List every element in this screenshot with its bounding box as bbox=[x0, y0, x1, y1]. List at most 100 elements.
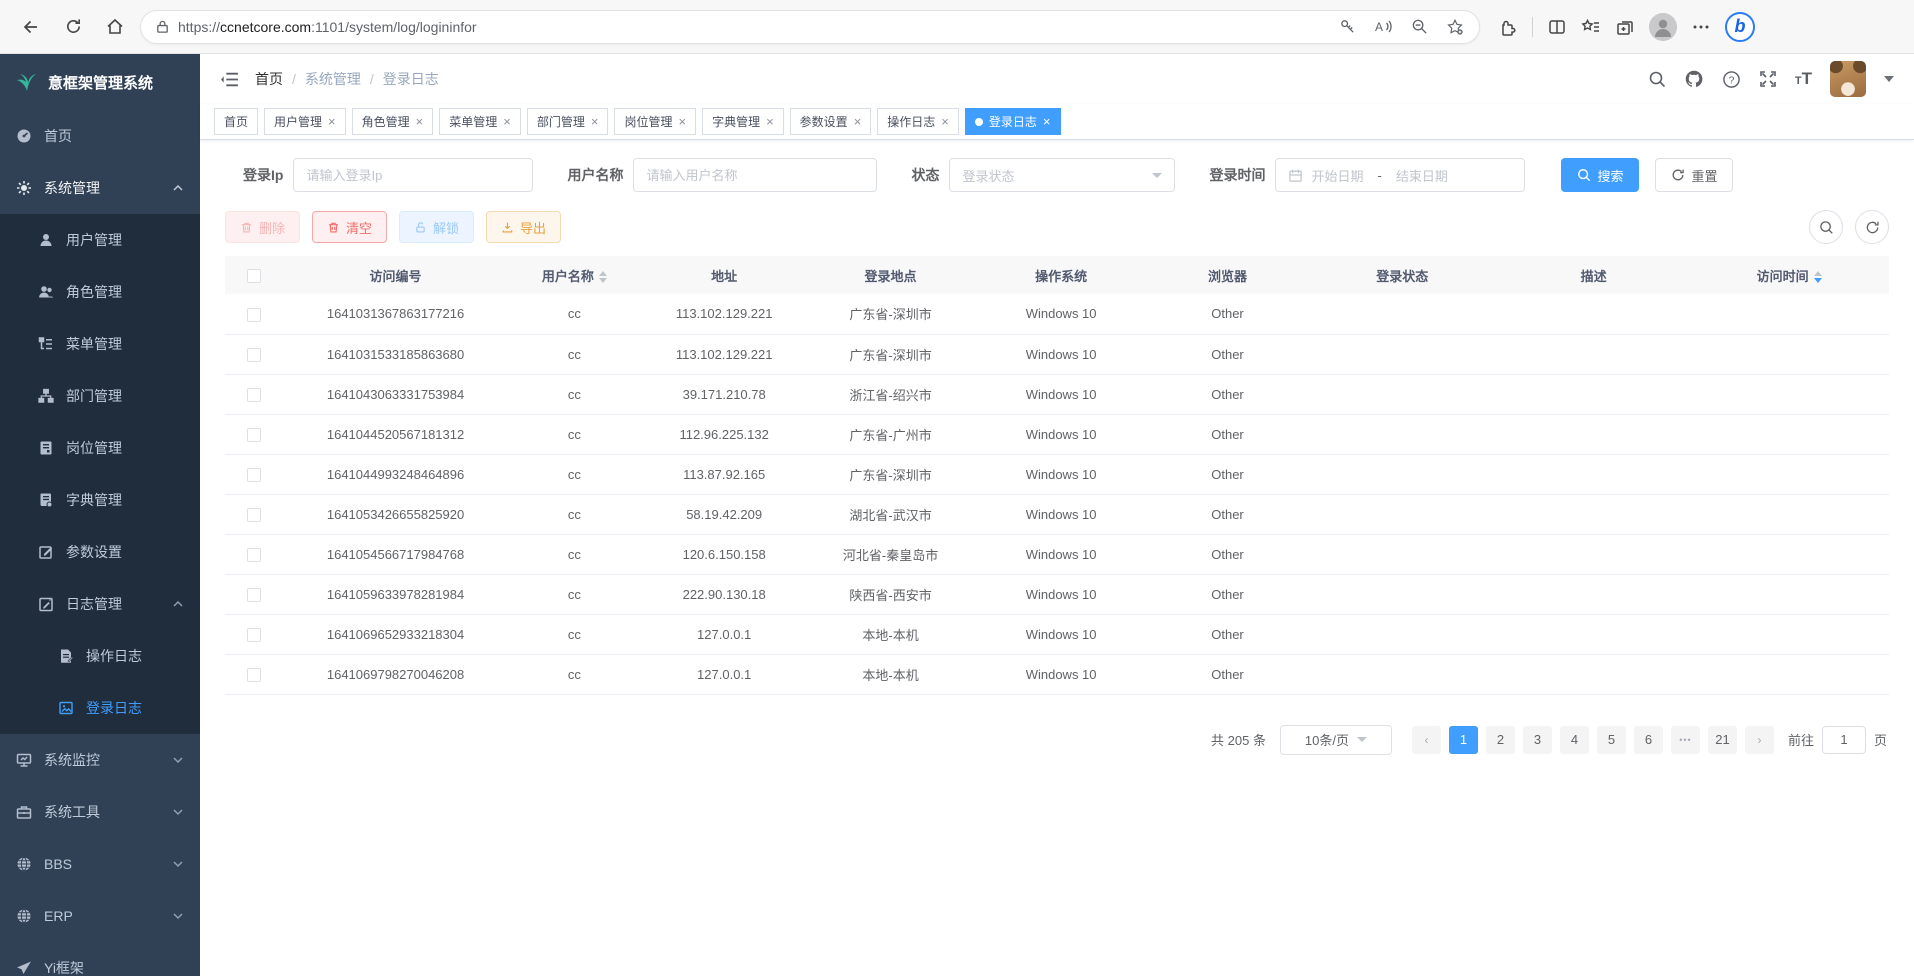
sidebar-item-yi-framework[interactable]: Yi框架 bbox=[0, 942, 200, 976]
sidebar-item-log-management[interactable]: 日志管理 bbox=[0, 578, 200, 630]
table-row[interactable]: 1641043063331753984cc 39.171.210.78浙江省-绍… bbox=[225, 374, 1889, 414]
browser-refresh-button[interactable] bbox=[56, 10, 90, 44]
goto-page-input[interactable] bbox=[1822, 726, 1866, 754]
clear-button[interactable]: 清空 bbox=[312, 211, 387, 243]
page-size-select[interactable]: 10条/页 bbox=[1280, 725, 1392, 755]
next-page-button[interactable]: › bbox=[1745, 726, 1774, 754]
font-size-button[interactable]: TT bbox=[1795, 69, 1812, 89]
row-checkbox[interactable] bbox=[247, 628, 261, 642]
tab-home[interactable]: 首页 bbox=[214, 108, 258, 135]
breadcrumb-home[interactable]: 首页 bbox=[255, 69, 283, 89]
close-tab-icon[interactable]: × bbox=[854, 115, 862, 128]
fullscreen-button[interactable] bbox=[1759, 70, 1777, 88]
bing-copilot-button[interactable]: b bbox=[1725, 12, 1755, 42]
tab-dict-management[interactable]: 字典管理× bbox=[702, 108, 784, 135]
delete-button[interactable]: 删除 bbox=[225, 211, 300, 243]
close-tab-icon[interactable]: × bbox=[766, 115, 774, 128]
sidebar-item-system-monitor[interactable]: 系统监控 bbox=[0, 734, 200, 786]
more-pages-button[interactable]: ••• bbox=[1671, 726, 1700, 754]
sidebar-item-system-tools[interactable]: 系统工具 bbox=[0, 786, 200, 838]
browser-home-button[interactable] bbox=[98, 10, 132, 44]
page-button-1[interactable]: 1 bbox=[1449, 726, 1478, 754]
close-tab-icon[interactable]: × bbox=[503, 115, 511, 128]
page-button-21[interactable]: 21 bbox=[1708, 726, 1737, 754]
sidebar-item-system-management[interactable]: 系统管理 bbox=[0, 162, 200, 214]
table-row[interactable]: 1641059633978281984cc 222.90.130.18陕西省-西… bbox=[225, 574, 1889, 614]
github-link-button[interactable] bbox=[1684, 69, 1704, 89]
tab-role-management[interactable]: 角色管理× bbox=[352, 108, 434, 135]
page-button-5[interactable]: 5 bbox=[1597, 726, 1626, 754]
sidebar-item-bbs[interactable]: BBS bbox=[0, 838, 200, 890]
sidebar-item-home[interactable]: 首页 bbox=[0, 110, 200, 162]
col-user-name[interactable]: 用户名称 bbox=[508, 256, 641, 294]
close-tab-icon[interactable]: × bbox=[1043, 115, 1051, 128]
tab-post-management[interactable]: 岗位管理× bbox=[614, 108, 696, 135]
table-search-toggle-button[interactable] bbox=[1809, 210, 1843, 244]
sidebar-item-menu-management[interactable]: 菜单管理 bbox=[0, 318, 200, 370]
browser-back-button[interactable] bbox=[14, 10, 48, 44]
sidebar-item-operation-log[interactable]: 操作日志 bbox=[0, 630, 200, 682]
close-tab-icon[interactable]: × bbox=[941, 115, 949, 128]
password-key-button[interactable] bbox=[1333, 13, 1361, 41]
row-checkbox[interactable] bbox=[247, 668, 261, 682]
close-tab-icon[interactable]: × bbox=[678, 115, 686, 128]
status-select[interactable]: 登录状态 bbox=[949, 158, 1175, 192]
login-ip-input[interactable] bbox=[293, 158, 533, 192]
help-button[interactable]: ? bbox=[1722, 70, 1741, 89]
tab-param-settings[interactable]: 参数设置× bbox=[790, 108, 872, 135]
table-row[interactable]: 1641054566717984768cc 120.6.150.158河北省-秦… bbox=[225, 534, 1889, 574]
browser-settings-menu-button[interactable] bbox=[1691, 17, 1711, 37]
page-button-6[interactable]: 6 bbox=[1634, 726, 1663, 754]
sidebar-item-post-management[interactable]: 岗位管理 bbox=[0, 422, 200, 474]
split-screen-button[interactable] bbox=[1547, 17, 1567, 37]
sidebar-item-user-management[interactable]: 用户管理 bbox=[0, 214, 200, 266]
prev-page-button[interactable]: ‹ bbox=[1412, 726, 1441, 754]
extensions-button[interactable] bbox=[1498, 17, 1518, 37]
user-avatar[interactable] bbox=[1830, 61, 1866, 97]
table-row[interactable]: 1641044520567181312cc 112.96.225.132广东省-… bbox=[225, 414, 1889, 454]
tab-user-management[interactable]: 用户管理× bbox=[264, 108, 346, 135]
row-checkbox[interactable] bbox=[247, 388, 261, 402]
sidebar-item-dict-management[interactable]: 字典管理 bbox=[0, 474, 200, 526]
header-search-button[interactable] bbox=[1648, 70, 1666, 88]
page-button-4[interactable]: 4 bbox=[1560, 726, 1589, 754]
row-checkbox[interactable] bbox=[247, 508, 261, 522]
table-row[interactable]: 1641053426655825920cc 58.19.42.209湖北省-武汉… bbox=[225, 494, 1889, 534]
sidebar-item-role-management[interactable]: 角色管理 bbox=[0, 266, 200, 318]
close-tab-icon[interactable]: × bbox=[328, 115, 336, 128]
row-checkbox[interactable] bbox=[247, 428, 261, 442]
user-name-input[interactable] bbox=[633, 158, 877, 192]
row-checkbox[interactable] bbox=[247, 308, 261, 322]
favorites-bar-button[interactable] bbox=[1581, 17, 1601, 37]
sidebar-collapse-button[interactable] bbox=[220, 70, 239, 89]
table-row[interactable]: 1641031533185863680cc 113.102.129.221广东省… bbox=[225, 334, 1889, 374]
read-aloud-button[interactable]: A bbox=[1369, 13, 1397, 41]
add-favorite-button[interactable] bbox=[1441, 13, 1469, 41]
close-tab-icon[interactable]: × bbox=[591, 115, 599, 128]
tab-login-log[interactable]: 登录日志× bbox=[965, 108, 1061, 135]
row-checkbox[interactable] bbox=[247, 548, 261, 562]
reset-button[interactable]: 重置 bbox=[1655, 158, 1733, 192]
unlock-button[interactable]: 解锁 bbox=[399, 211, 474, 243]
table-row[interactable]: 1641069798270046208cc 127.0.0.1本地-本机 Win… bbox=[225, 654, 1889, 694]
close-tab-icon[interactable]: × bbox=[416, 115, 424, 128]
export-button[interactable]: 导出 bbox=[486, 211, 561, 243]
address-bar[interactable]: https://ccnetcore.com:1101/system/log/lo… bbox=[140, 10, 1480, 44]
user-menu-caret-icon[interactable] bbox=[1884, 76, 1894, 82]
tab-menu-management[interactable]: 菜单管理× bbox=[439, 108, 521, 135]
row-checkbox[interactable] bbox=[247, 468, 261, 482]
row-checkbox[interactable] bbox=[247, 588, 261, 602]
row-checkbox[interactable] bbox=[247, 348, 261, 362]
sidebar-item-param-settings[interactable]: 参数设置 bbox=[0, 526, 200, 578]
table-row[interactable]: 1641069652933218304cc 127.0.0.1本地-本机 Win… bbox=[225, 614, 1889, 654]
collections-button[interactable] bbox=[1615, 17, 1635, 37]
sidebar-item-dept-management[interactable]: 部门管理 bbox=[0, 370, 200, 422]
col-visit-time[interactable]: 访问时间 bbox=[1689, 256, 1889, 294]
tab-dept-management[interactable]: 部门管理× bbox=[527, 108, 609, 135]
browser-profile-button[interactable] bbox=[1649, 13, 1677, 41]
zoom-out-button[interactable] bbox=[1405, 13, 1433, 41]
table-row[interactable]: 1641031367863177216cc 113.102.129.221广东省… bbox=[225, 294, 1889, 334]
login-time-range-picker[interactable]: 开始日期 - 结束日期 bbox=[1275, 158, 1525, 192]
select-all-checkbox[interactable] bbox=[247, 269, 261, 283]
sidebar-item-erp[interactable]: ERP bbox=[0, 890, 200, 942]
